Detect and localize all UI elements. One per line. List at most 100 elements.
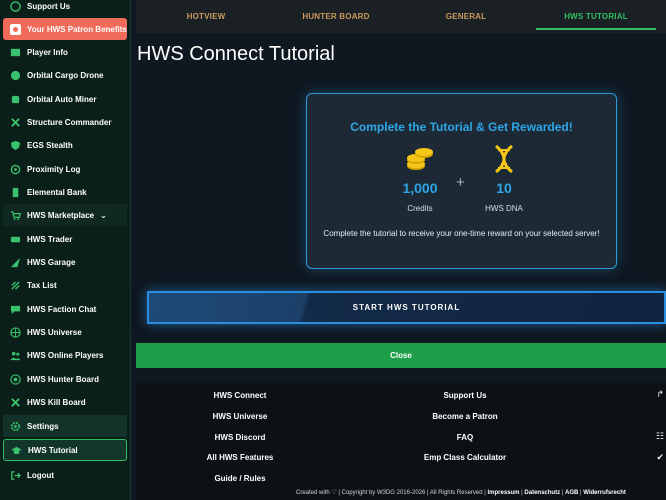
footer-link-faq[interactable]: FAQ bbox=[395, 433, 535, 442]
footer-link-hws-connect[interactable]: HWS Connect bbox=[170, 391, 310, 400]
sidebar-item-support-us[interactable]: Support Us bbox=[3, 0, 127, 17]
tab-hotview[interactable]: HOTVIEW bbox=[136, 0, 276, 33]
sidebar-item-label: Your HWS Patron Benefits bbox=[27, 24, 127, 34]
sidebar-item-hunter-board[interactable]: HWS Hunter Board bbox=[3, 368, 127, 390]
sidebar-item-label: Structure Commander bbox=[27, 117, 112, 127]
footer-link-support-us[interactable]: Support Us bbox=[395, 391, 535, 400]
sidebar-item-label: HWS Tutorial bbox=[28, 445, 78, 455]
sidebar-item-label: EGS Stealth bbox=[27, 140, 73, 150]
sidebar-item-settings[interactable]: Settings bbox=[3, 415, 127, 437]
miner-icon bbox=[9, 93, 21, 105]
drone-icon bbox=[9, 69, 21, 81]
legal-link-agb[interactable]: AGB bbox=[565, 490, 578, 496]
bank-icon bbox=[9, 186, 21, 198]
sidebar-item-egs-stealth[interactable]: EGS Stealth bbox=[3, 134, 127, 156]
rocket-icon: ✔ bbox=[656, 452, 664, 462]
chat-bubble-icon: ☷ bbox=[655, 431, 664, 441]
trader-icon bbox=[9, 233, 21, 245]
sidebar-item-label: Tax List bbox=[27, 280, 57, 290]
footer-link-emp-calculator[interactable]: Emp Class Calculator bbox=[395, 453, 535, 462]
sidebar-item-label: Orbital Cargo Drone bbox=[27, 70, 104, 80]
garage-icon bbox=[9, 256, 21, 268]
legal-link-widerrufsrecht[interactable]: Widerrufsrecht bbox=[583, 490, 626, 496]
close-button[interactable]: Close bbox=[136, 343, 666, 368]
reward-credits: 1,000 Credits bbox=[385, 144, 455, 213]
reward-card: Complete the Tutorial & Get Rewarded! 1,… bbox=[306, 93, 617, 269]
copyright-line: Created with ♡ | Copyright by W3DG 2016-… bbox=[296, 490, 626, 496]
dna-icon bbox=[469, 144, 539, 174]
sidebar-item-label: Proximity Log bbox=[27, 164, 81, 174]
sidebar-item-garage[interactable]: HWS Garage bbox=[3, 251, 127, 273]
footer-link-all-features[interactable]: All HWS Features bbox=[170, 453, 310, 462]
sidebar-item-label: Elemental Bank bbox=[27, 187, 87, 197]
support-icon bbox=[9, 0, 21, 12]
sidebar-item-label: Player Info bbox=[27, 47, 68, 57]
plus-sign: + bbox=[456, 174, 465, 191]
legal-link-impressum[interactable]: Impressum bbox=[487, 490, 519, 496]
sidebar-item-elemental-bank[interactable]: Elemental Bank bbox=[3, 181, 127, 203]
sidebar-item-trader[interactable]: HWS Trader bbox=[3, 228, 127, 250]
start-tutorial-button[interactable]: START HWS TUTORIAL bbox=[147, 291, 666, 324]
sidebar-item-label: Support Us bbox=[27, 1, 71, 11]
sidebar-item-label: Orbital Auto Miner bbox=[27, 94, 97, 104]
sidebar-item-universe[interactable]: HWS Universe bbox=[3, 321, 127, 343]
footer-link-hws-discord[interactable]: HWS Discord bbox=[170, 433, 310, 442]
tab-general[interactable]: GENERAL bbox=[396, 0, 536, 33]
structure-icon bbox=[9, 116, 21, 128]
footer-link-hws-universe[interactable]: HWS Universe bbox=[170, 412, 310, 421]
sidebar-item-label: HWS Faction Chat bbox=[27, 304, 97, 314]
sidebar-item-label: HWS Hunter Board bbox=[27, 374, 99, 384]
sidebar-item-auto-miner[interactable]: Orbital Auto Miner bbox=[3, 88, 127, 110]
sidebar-item-logout[interactable]: Logout bbox=[3, 464, 127, 486]
sidebar-item-structure-commander[interactable]: Structure Commander bbox=[3, 111, 127, 133]
reward-description: Complete the tutorial to receive your on… bbox=[323, 229, 600, 238]
sidebar-item-label: HWS Online Players bbox=[27, 350, 104, 360]
reward-card-title: Complete the Tutorial & Get Rewarded! bbox=[350, 120, 573, 134]
footer-link-guide-rules[interactable]: Guide / Rules bbox=[170, 474, 310, 483]
legal-link-datenschutz[interactable]: Datenschutz bbox=[524, 490, 560, 496]
sidebar-item-cargo-drone[interactable]: Orbital Cargo Drone bbox=[3, 64, 127, 86]
sidebar-item-tax-list[interactable]: Tax List bbox=[3, 274, 127, 296]
credits-value: 1,000 bbox=[402, 180, 438, 196]
tab-bar: HOTVIEW HUNTER BOARD GENERAL HWS TUTORIA… bbox=[136, 0, 666, 33]
sidebar-item-tutorial[interactable]: HWS Tutorial bbox=[3, 439, 127, 461]
sidebar-item-label: HWS Marketplace bbox=[27, 210, 95, 220]
cart-icon bbox=[9, 209, 21, 221]
dna-value: 10 bbox=[496, 180, 512, 196]
player-icon bbox=[9, 46, 21, 58]
tab-hws-tutorial[interactable]: HWS TUTORIAL bbox=[536, 0, 656, 33]
sidebar-item-proximity-log[interactable]: Proximity Log bbox=[3, 158, 127, 180]
sidebar-item-patron-benefits[interactable]: Your HWS Patron Benefits bbox=[3, 18, 127, 40]
chat-icon bbox=[9, 303, 21, 315]
tax-icon bbox=[9, 279, 21, 291]
sidebar-item-label: HWS Garage bbox=[27, 257, 76, 267]
target-icon bbox=[9, 373, 21, 385]
tab-hunter-board[interactable]: HUNTER BOARD bbox=[276, 0, 396, 33]
sidebar-item-label: HWS Kill Board bbox=[27, 397, 86, 407]
sidebar: Support Us Your HWS Patron Benefits Play… bbox=[0, 0, 131, 500]
footer-link-become-patron[interactable]: Become a Patron bbox=[395, 412, 535, 421]
sidebar-item-label: Settings bbox=[27, 421, 59, 431]
credits-label: Credits bbox=[407, 204, 433, 213]
coins-icon bbox=[385, 144, 455, 174]
sidebar-item-label: HWS Universe bbox=[27, 327, 82, 337]
sidebar-item-kill-board[interactable]: HWS Kill Board bbox=[3, 391, 127, 413]
dna-label: HWS DNA bbox=[485, 204, 523, 213]
chevron-down-icon: ⌄ bbox=[100, 210, 107, 220]
stealth-icon bbox=[9, 139, 21, 151]
proximity-icon bbox=[9, 163, 21, 175]
logout-icon bbox=[9, 469, 21, 481]
copyright-text: Created with ♡ | Copyright by W3DG 2016-… bbox=[296, 490, 486, 496]
sidebar-item-marketplace[interactable]: HWS Marketplace ⌄ bbox=[3, 204, 127, 226]
page-title: HWS Connect Tutorial bbox=[137, 43, 335, 65]
footer: HWS Connect HWS Universe HWS Discord All… bbox=[136, 383, 666, 500]
sidebar-item-online-players[interactable]: HWS Online Players bbox=[3, 344, 127, 366]
gear-icon bbox=[9, 420, 21, 432]
arrow-icon: ↱ bbox=[656, 389, 664, 399]
skull-icon bbox=[9, 396, 21, 408]
sidebar-item-player-info[interactable]: Player Info bbox=[3, 41, 127, 63]
sidebar-item-faction-chat[interactable]: HWS Faction Chat bbox=[3, 298, 127, 320]
patreon-icon bbox=[9, 23, 21, 35]
players-icon bbox=[9, 349, 21, 361]
sidebar-item-label: Logout bbox=[27, 470, 55, 480]
